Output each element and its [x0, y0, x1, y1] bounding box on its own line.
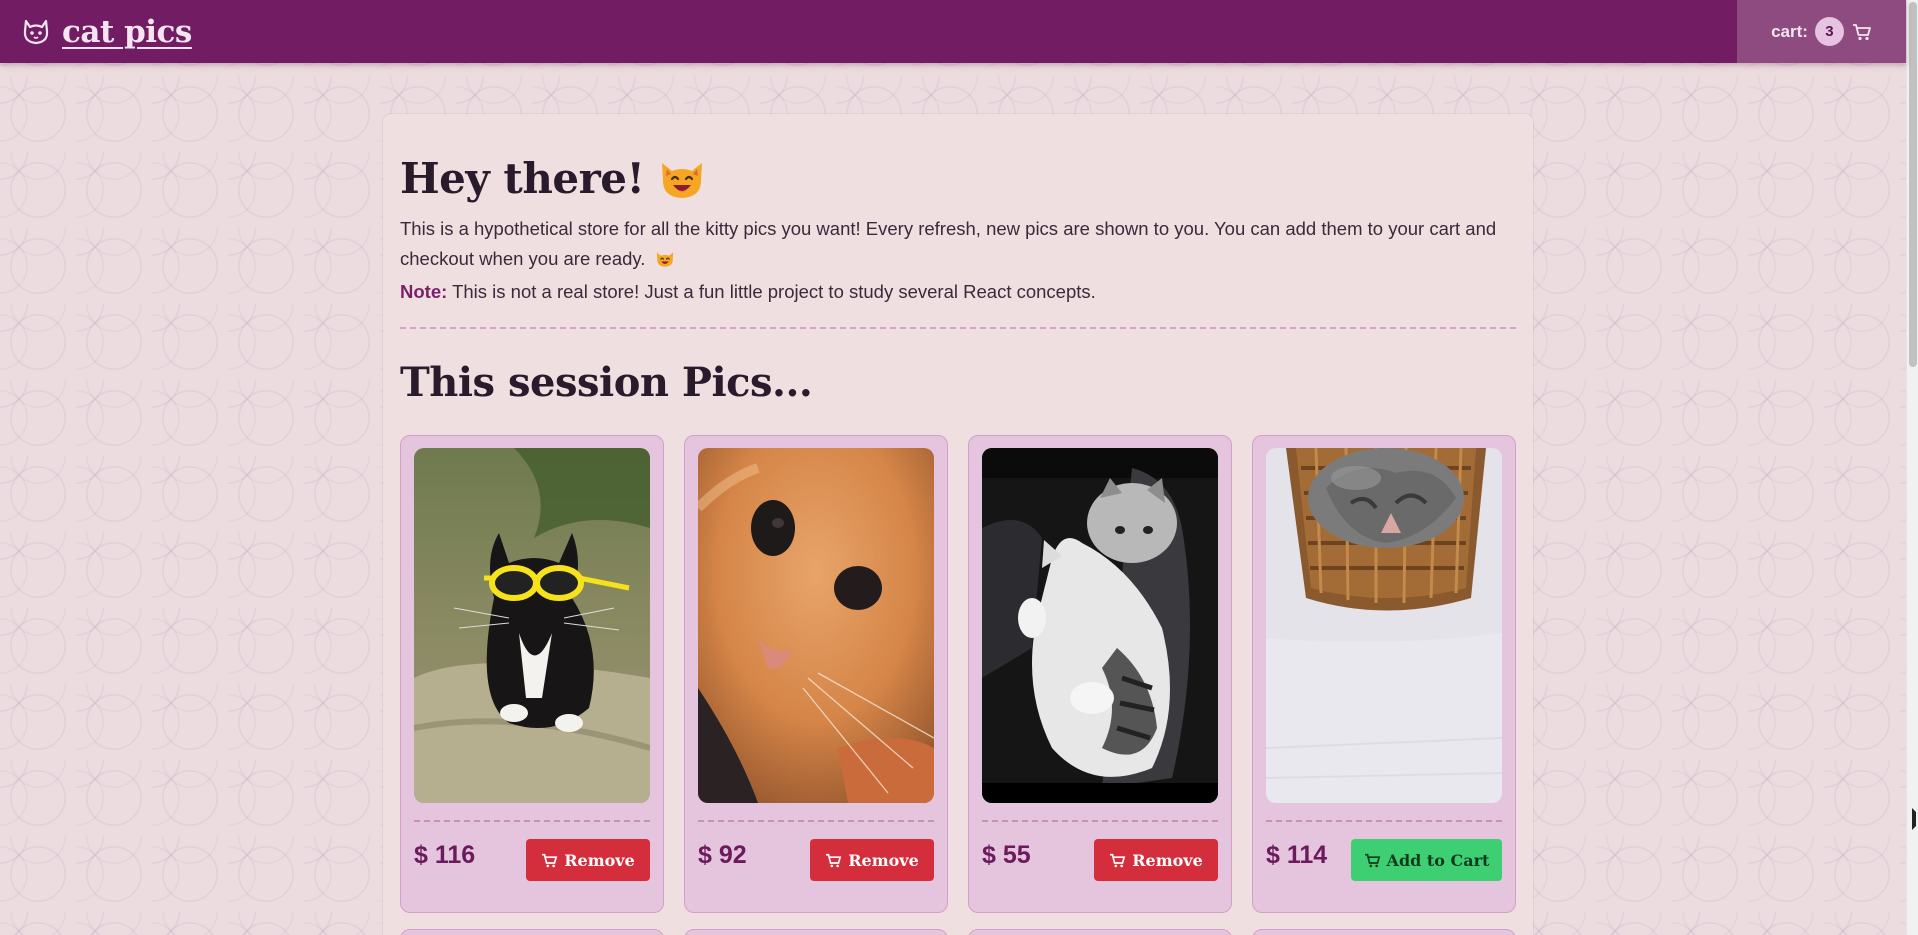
- button-label: Remove: [1132, 850, 1203, 870]
- product-card: [1252, 929, 1516, 935]
- section-title: This session Pics...: [400, 359, 813, 406]
- product-card: $ 114 Add to Cart: [1252, 435, 1516, 913]
- remove-from-cart-button[interactable]: Remove: [1094, 839, 1218, 881]
- cat-photo-kittens-cuddling: [982, 448, 1218, 803]
- cat-photo-kitten-basket: [1266, 448, 1502, 803]
- brand-link[interactable]: cat pics: [20, 14, 192, 50]
- brand-title: cat pics: [62, 13, 192, 50]
- cat-photo-orange-kitten: [698, 448, 934, 803]
- product-card: $ 55 Remove: [968, 435, 1232, 913]
- button-label: Remove: [564, 850, 635, 870]
- card-divider: [1266, 820, 1502, 822]
- product-price: $ 92: [698, 841, 747, 869]
- button-label: Remove: [848, 850, 919, 870]
- intro-text: This is a hypothetical store for all the…: [400, 214, 1520, 307]
- product-card: $ 116 Remove: [400, 435, 664, 913]
- product-card: $ 92 Remove: [684, 435, 948, 913]
- cart-label: cart:: [1771, 21, 1808, 41]
- page-scrollbar[interactable]: [1906, 0, 1918, 935]
- shopping-cart-icon: [1364, 853, 1381, 868]
- scrollbar-thumb[interactable]: [1909, 2, 1917, 367]
- card-divider: [982, 820, 1218, 822]
- smiling-cat-icon: [658, 157, 706, 201]
- shopping-cart-icon: [825, 853, 842, 868]
- main-container: Hey there! This is a hypothetical store …: [383, 114, 1533, 935]
- card-divider: [414, 820, 650, 822]
- note-paragraph: Note: This is not a real store! Just a f…: [400, 277, 1520, 307]
- note-text: This is not a real store! Just a fun lit…: [452, 281, 1096, 302]
- cart-button[interactable]: cart: 3: [1737, 0, 1906, 63]
- intro-description: This is a hypothetical store for all the…: [400, 218, 1497, 269]
- greeting-heading: Hey there!: [400, 154, 706, 203]
- product-card: [684, 929, 948, 935]
- shopping-cart-icon: [1109, 853, 1126, 868]
- product-price: $ 116: [414, 841, 476, 869]
- product-card: [968, 929, 1232, 935]
- mouse-cursor: [1912, 808, 1916, 830]
- greeting-text: Hey there!: [400, 154, 645, 203]
- card-divider: [698, 820, 934, 822]
- product-price: $ 114: [1266, 841, 1328, 869]
- intro-paragraph: This is a hypothetical store for all the…: [400, 214, 1520, 277]
- cat-face-icon: [20, 16, 52, 48]
- shopping-cart-icon: [1852, 23, 1872, 41]
- top-bar: cat pics cart: 3: [0, 0, 1906, 63]
- cat-photo-sunglasses: [414, 448, 650, 803]
- cart-count-badge: 3: [1814, 17, 1844, 46]
- note-label: Note:: [400, 281, 448, 302]
- shopping-cart-icon: [541, 853, 558, 868]
- button-label: Add to Cart: [1386, 850, 1490, 870]
- section-divider: [400, 327, 1516, 329]
- product-card: [400, 929, 664, 935]
- product-price: $ 55: [982, 841, 1031, 869]
- remove-from-cart-button[interactable]: Remove: [810, 839, 934, 881]
- remove-from-cart-button[interactable]: Remove: [526, 839, 650, 881]
- add-to-cart-button[interactable]: Add to Cart: [1351, 839, 1502, 881]
- small-cat-icon: [655, 247, 675, 277]
